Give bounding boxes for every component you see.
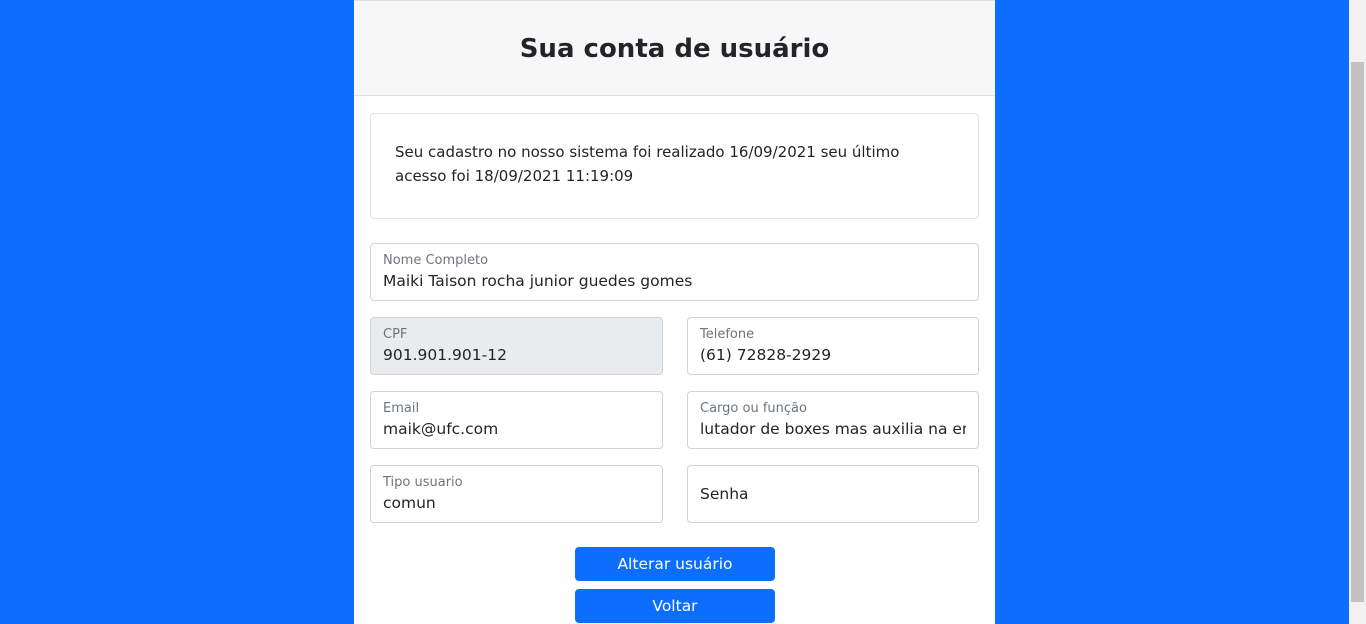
cpf-field: CPF 901.901.901-12 [370,317,663,375]
full-name-field[interactable]: Nome Completo Maiki Taison rocha junior … [370,243,979,301]
password-field[interactable]: Senha [687,465,979,523]
full-name-label: Nome Completo [383,253,489,268]
password-placeholder[interactable]: Senha [700,485,749,503]
email-label: Email [383,401,420,416]
full-name-value[interactable]: Maiki Taison rocha junior guedes gomes [383,272,966,290]
user-type-value[interactable]: comun [383,494,650,512]
cpf-value: 901.901.901-12 [383,346,507,364]
registration-info: Seu cadastro no nosso sistema foi realiz… [370,113,979,219]
user-type-field[interactable]: Tipo usuario comun [370,465,663,523]
page-scrollbar[interactable] [1349,0,1366,624]
role-field[interactable]: Cargo ou função lutador de boxes mas aux… [687,391,979,449]
update-user-button[interactable]: Alterar usuário [575,547,775,581]
page-title: Sua conta de usuário [519,34,830,64]
scrollbar-thumb[interactable] [1351,62,1364,602]
email-value[interactable]: maik@ufc.com [383,420,650,438]
phone-label: Telefone [700,327,755,342]
email-field[interactable]: Email maik@ufc.com [370,391,663,449]
account-card: Sua conta de usuário Seu cadastro no nos… [354,0,995,624]
phone-field[interactable]: Telefone (61) 72828-2929 [687,317,979,375]
phone-value[interactable]: (61) 72828-2929 [700,346,966,364]
cpf-label: CPF [383,327,408,342]
role-label: Cargo ou função [700,401,807,416]
back-button[interactable]: Voltar [575,589,775,623]
user-type-label: Tipo usuario [383,475,463,490]
role-value[interactable]: lutador de boxes mas auxilia na entreg [700,420,966,438]
card-header: Sua conta de usuário [354,1,995,96]
